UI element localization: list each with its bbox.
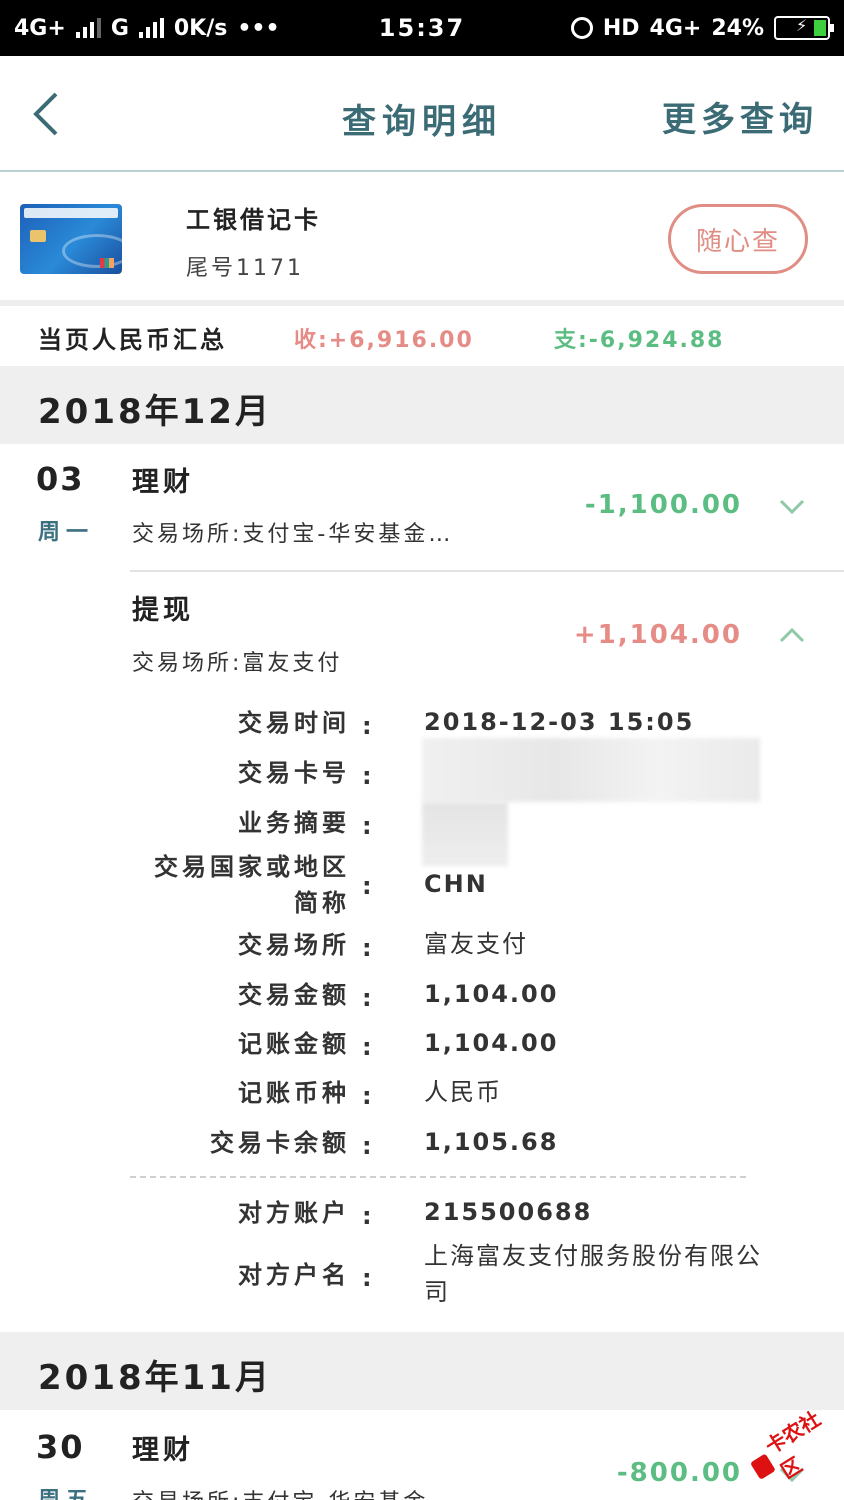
- more-query-button[interactable]: 更多查询: [662, 92, 818, 141]
- summary-expense: 支:-6,924.88: [554, 328, 725, 353]
- card-section: 工银借记卡 尾号1171 随心查: [0, 174, 844, 306]
- quick-query-button[interactable]: 随心查: [668, 204, 808, 274]
- summary-label: 当页人民币汇总: [38, 326, 227, 354]
- detail-label-balance: 交易卡余额: [210, 1129, 350, 1157]
- status-left: 4G+ G 0K/s •••: [14, 16, 280, 41]
- detail-colon: :: [362, 984, 372, 1012]
- detail-value-counter-name-2: 司: [424, 1278, 450, 1306]
- tx-place: 交易场所:支付宝-华安基金…: [132, 522, 454, 547]
- detail-value-posted: 1,104.00: [424, 1029, 559, 1057]
- detail-label-counter-name: 对方户名: [238, 1261, 350, 1289]
- card-tail-number: 尾号1171: [186, 256, 304, 281]
- alarm-icon: [570, 17, 593, 39]
- tx-place: 交易场所:富友支付: [132, 651, 343, 676]
- network-type-3: 4G+: [649, 15, 702, 41]
- detail-label-region: 交易国家或地区: [154, 853, 350, 881]
- tx-amount: -1,100.00: [584, 490, 742, 520]
- detail-value-counter-account: 215500688: [424, 1198, 593, 1226]
- watermark-logo: 卡农社区: [740, 1397, 844, 1495]
- detail-label-region-2: 简称: [294, 889, 350, 917]
- month-label: 2018年12月: [38, 392, 272, 432]
- tx-amount: +1,104.00: [573, 620, 742, 650]
- detail-colon: :: [362, 1033, 372, 1061]
- tx-day: 03: [36, 460, 85, 498]
- status-bar: 4G+ G 0K/s ••• 15:37 HD 4G+ 24% ⚡: [0, 0, 844, 56]
- summary-row: 当页人民币汇总 收:+6,916.00 支:-6,924.88: [0, 306, 844, 366]
- detail-value-time: 2018-12-03 15:05: [424, 708, 695, 736]
- detail-value-currency: 人民币: [424, 1078, 502, 1106]
- detail-colon: :: [362, 812, 372, 840]
- detail-colon: :: [362, 1264, 372, 1292]
- network-type-1: 4G+: [14, 15, 66, 41]
- bank-card-image: [20, 204, 122, 274]
- tx-amount: -800.00: [616, 1458, 742, 1488]
- detail-label-counter-account: 对方账户: [238, 1199, 350, 1227]
- detail-label-time: 交易时间: [238, 709, 350, 737]
- redacted-summary: [422, 802, 508, 866]
- signal-icon-2: [138, 18, 164, 38]
- status-right: HD 4G+ 24% ⚡: [570, 15, 834, 41]
- detail-value-counter-name: 上海富友支付服务股份有限公: [424, 1242, 762, 1270]
- redacted-card-number: [422, 738, 760, 802]
- detail-label-posted: 记账金额: [238, 1030, 350, 1058]
- tx-day: 30: [36, 1428, 85, 1466]
- month-header: 2018年12月: [0, 366, 844, 444]
- month-label: 2018年11月: [38, 1358, 272, 1398]
- battery-icon: ⚡: [774, 16, 834, 40]
- detail-label-card: 交易卡号: [238, 759, 350, 787]
- tx-place: 交易场所:支付宝-华安基金…: [132, 1484, 453, 1500]
- nav-bar: 查询明细 更多查询: [0, 56, 844, 172]
- hd-indicator: HD: [602, 15, 640, 41]
- card-name: 工银借记卡: [186, 206, 321, 234]
- network-speed: 0K/s: [173, 15, 228, 41]
- detail-label-summary: 业务摘要: [238, 809, 350, 837]
- tx-weekday: 周五: [38, 1482, 94, 1500]
- battery-percent: 24%: [711, 15, 764, 41]
- detail-value-balance: 1,105.68: [424, 1128, 559, 1156]
- detail-colon: :: [362, 712, 372, 740]
- tx-type: 理财: [132, 1435, 194, 1466]
- detail-colon: :: [362, 1132, 372, 1160]
- detail-colon: :: [362, 1082, 372, 1110]
- network-type-2: G: [110, 15, 129, 41]
- detail-label-amount: 交易金额: [238, 981, 350, 1009]
- tx-type: 理财: [132, 467, 194, 498]
- tx-type: 提现: [132, 595, 194, 626]
- chevron-down-icon[interactable]: [778, 498, 806, 516]
- dashed-divider: [130, 1176, 746, 1178]
- detail-colon: :: [362, 762, 372, 790]
- detail-colon: :: [362, 1202, 372, 1230]
- tx-weekday: 周一: [38, 520, 95, 545]
- detail-label-place: 交易场所: [238, 931, 350, 959]
- row-divider: [130, 570, 844, 572]
- detail-colon: :: [362, 934, 372, 962]
- detail-colon: :: [362, 872, 372, 900]
- detail-label-currency: 记账币种: [238, 1079, 350, 1107]
- chevron-up-icon[interactable]: [778, 626, 806, 644]
- summary-income: 收:+6,916.00: [294, 328, 474, 353]
- notification-dots: •••: [237, 15, 280, 41]
- detail-value-region: CHN: [424, 870, 488, 898]
- detail-value-place: 富友支付: [424, 930, 528, 958]
- signal-icon: [75, 18, 101, 38]
- detail-value-amount: 1,104.00: [424, 980, 559, 1008]
- month-header: 2018年11月: [0, 1332, 844, 1410]
